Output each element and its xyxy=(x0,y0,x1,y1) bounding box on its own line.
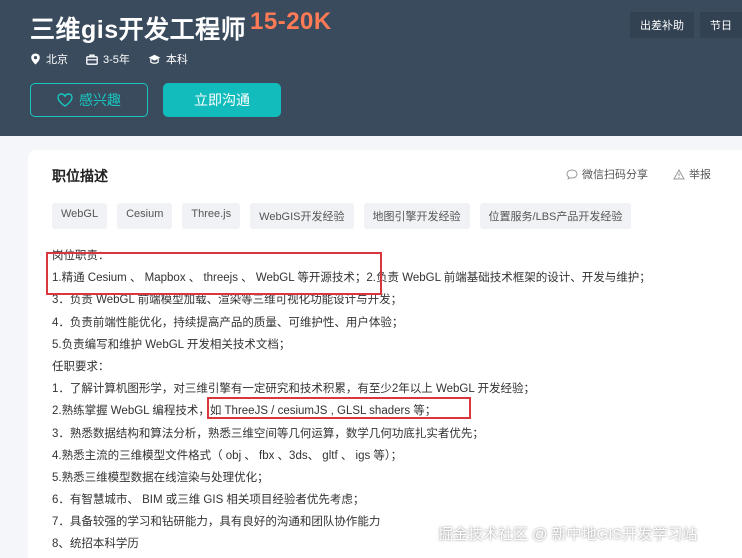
description-line: 4．负责前端性能优化，持续提高产品的质量、可维护性、用户体验； xyxy=(52,316,404,329)
job-description-card: 职位描述 微信扫码分享 举报 WebGL Cesium Three.js Web… xyxy=(28,150,742,558)
report-label: 举报 xyxy=(689,169,711,181)
skill-tag: WebGL xyxy=(52,203,108,229)
watermark: 掘金技术社区 @ 新中地GIS开发学习站 xyxy=(438,526,698,543)
heart-icon xyxy=(57,93,73,107)
description-line: 2.熟练掌握 WebGL 编程技术，如 ThreeJS / cesiumJS ,… xyxy=(52,405,437,418)
chat-now-button[interactable]: 立即沟通 xyxy=(163,83,281,117)
benefit-tag: 出差补助 xyxy=(630,12,694,38)
interest-label: 感兴趣 xyxy=(79,92,121,108)
chat-bubble-icon xyxy=(566,168,578,180)
benefit-tags: 出差补助 节日 xyxy=(630,12,742,38)
description-line: 1．了解计算机图形学，对三维引擎有一定研究和技术积累，有至少2年以上 WebGL… xyxy=(52,383,536,396)
description-line: 1.精通 Cesium 、 Mapbox 、 threejs 、 WebGL 等… xyxy=(52,272,651,285)
degree-text: 本科 xyxy=(165,54,188,66)
skill-tag: WebGIS开发经验 xyxy=(250,203,354,229)
description-line: 3．熟悉数据结构和算法分析，熟悉三维空间等几何运算，数学几何功底扎实者优先； xyxy=(52,427,484,440)
description-line: 5.熟悉三维模型数据在线渲染与处理优化； xyxy=(52,471,269,484)
wechat-share-button[interactable]: 微信扫码分享 xyxy=(566,166,648,182)
meta-degree: 本科 xyxy=(148,51,188,67)
skill-tag: Three.js xyxy=(182,203,241,229)
briefcase-icon xyxy=(86,54,98,65)
graduation-cap-icon xyxy=(148,54,161,64)
skill-tags: WebGL Cesium Three.js WebGIS开发经验 地图引擎开发经… xyxy=(52,203,632,229)
description-line: 4.熟悉主流的三维模型文件格式（ obj 、 fbx 、3ds、 gltf 、 … xyxy=(52,449,403,462)
section-title: 职位描述 xyxy=(52,168,108,184)
skill-tag: 地图引擎开发经验 xyxy=(363,203,470,229)
job-meta: 北京 3-5年 本科 xyxy=(30,51,188,67)
description-line: 任职要求： xyxy=(52,360,110,373)
meta-experience: 3-5年 xyxy=(86,51,130,67)
description-line: 5.负责编写和维护 WebGL 开发相关技术文档； xyxy=(52,338,291,351)
job-description-text: 岗位职责： 1.精通 Cesium 、 Mapbox 、 threejs 、 W… xyxy=(52,245,732,556)
experience-text: 3-5年 xyxy=(103,54,130,66)
job-title: 三维gis开发工程师 xyxy=(30,16,247,44)
report-button[interactable]: 举报 xyxy=(673,166,711,182)
description-line: 3．负责 WebGL 前端模型加载、渲染等三维可视化功能设计与开发； xyxy=(52,294,403,307)
salary: 15-20K xyxy=(250,8,332,35)
benefit-tag: 节日 xyxy=(700,12,742,38)
meta-location: 北京 xyxy=(30,51,68,67)
skill-tag: Cesium xyxy=(117,203,173,229)
description-line: 岗位职责： xyxy=(52,250,110,262)
location-text: 北京 xyxy=(46,54,68,66)
skill-tag: 位置服务/LBS产品开发经验 xyxy=(479,203,632,229)
location-icon xyxy=(31,53,40,65)
job-header: 三维gis开发工程师 15-20K 出差补助 节日 北京 3-5年 本科 感兴趣… xyxy=(0,0,742,136)
warning-icon xyxy=(673,168,685,179)
interest-button[interactable]: 感兴趣 xyxy=(30,83,148,117)
share-label: 微信扫码分享 xyxy=(582,169,648,181)
description-line: 6．有智慧城市、 BIM 或三维 GIS 相关项目经验者优先考虑； xyxy=(52,494,365,507)
